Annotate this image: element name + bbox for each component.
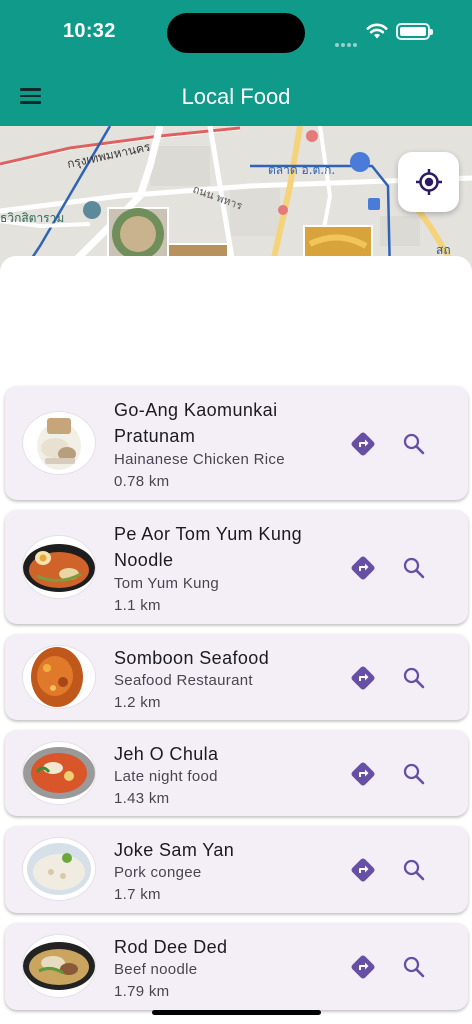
restaurant-card[interactable]: Somboon Seafood Seafood Restaurant 1.2 k… <box>5 634 468 720</box>
food-image <box>23 412 95 474</box>
search-icon[interactable] <box>401 431 427 457</box>
search-icon[interactable] <box>401 761 427 787</box>
search-icon[interactable] <box>401 665 427 691</box>
restaurant-distance: 1.7 km <box>114 886 161 903</box>
food-image <box>23 742 95 804</box>
restaurant-name: Somboon Seafood <box>114 648 270 668</box>
wifi-icon <box>366 23 388 39</box>
restaurant-category: Seafood Restaurant <box>114 672 253 689</box>
directions-icon[interactable] <box>349 430 377 458</box>
directions-icon[interactable] <box>349 554 377 582</box>
directions-icon[interactable] <box>349 856 377 884</box>
directions-icon[interactable] <box>349 664 377 692</box>
restaurant-name: Joke Sam Yan <box>114 840 235 860</box>
cellular-signal-icon <box>335 34 359 47</box>
restaurant-name: Jeh O Chula <box>114 744 219 764</box>
restaurant-name: Rod Dee Ded <box>114 937 228 957</box>
restaurant-card[interactable]: Joke Sam Yan Pork congee 1.7 km <box>5 826 468 913</box>
restaurant-name: Pe Aor Tom Yum Kung Noodle <box>114 524 303 570</box>
restaurant-name: Go-Ang Kaomunkai Pratunam <box>114 400 278 446</box>
map-label: ธวิกสิตาราม <box>0 211 64 225</box>
map-label: สถ <box>436 243 451 257</box>
restaurant-card[interactable]: Pe Aor Tom Yum Kung Noodle Tom Yum Kung … <box>5 510 468 624</box>
status-time: 10:32 <box>63 20 116 42</box>
my-location-button[interactable] <box>398 152 459 212</box>
page-title: Local Food <box>181 84 291 109</box>
restaurant-distance: 1.43 km <box>114 790 170 807</box>
restaurant-category: Tom Yum Kung <box>114 575 220 592</box>
restaurant-category: Pork congee <box>114 864 202 881</box>
app-bar: Local Food <box>0 62 472 126</box>
restaurant-category: Hainanese Chicken Rice <box>114 451 285 468</box>
food-image <box>23 646 95 708</box>
restaurant-distance: 0.78 km <box>114 473 170 490</box>
restaurant-distance: 1.1 km <box>114 597 161 614</box>
restaurant-distance: 1.79 km <box>114 983 170 1000</box>
restaurant-category: Beef noodle <box>114 961 198 978</box>
battery-icon <box>396 23 433 40</box>
directions-icon[interactable] <box>349 953 377 981</box>
restaurant-card[interactable]: Rod Dee Ded Beef noodle 1.79 km <box>5 923 468 1010</box>
restaurant-category: Late night food <box>114 768 218 785</box>
home-indicator <box>152 1010 321 1015</box>
food-image <box>23 536 95 598</box>
search-icon[interactable] <box>401 555 427 581</box>
food-image <box>23 935 95 997</box>
food-image <box>23 838 95 900</box>
restaurant-distance: 1.2 km <box>114 694 161 711</box>
restaurant-card[interactable]: Jeh O Chula Late night food 1.43 km <box>5 730 468 816</box>
directions-icon[interactable] <box>349 760 377 788</box>
map-label: ตลาด อ.ต.ก. <box>268 163 335 177</box>
my-location-icon <box>415 169 442 195</box>
restaurant-card[interactable]: Go-Ang Kaomunkai Pratunam Hainanese Chic… <box>5 386 468 500</box>
dynamic-island <box>167 13 305 53</box>
search-icon[interactable] <box>401 857 427 883</box>
search-icon[interactable] <box>401 954 427 980</box>
status-bar: 10:32 <box>0 0 472 62</box>
